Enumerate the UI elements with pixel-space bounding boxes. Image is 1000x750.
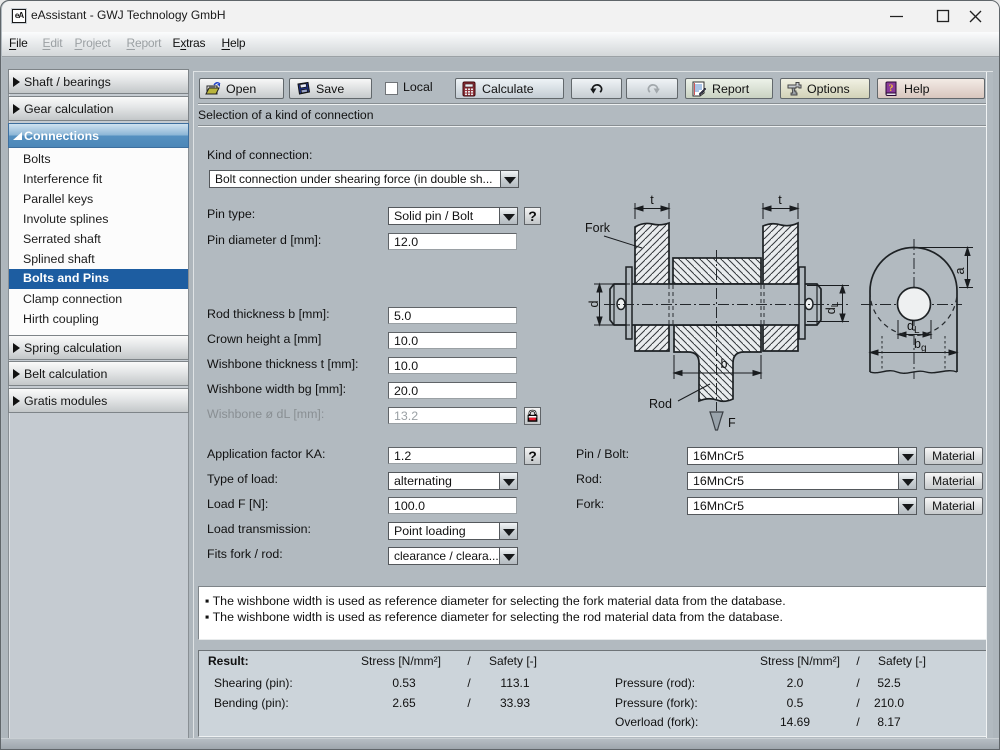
svg-text:Rod: Rod: [649, 397, 672, 411]
svg-text:dL: dL: [907, 319, 920, 336]
svg-text:t: t: [650, 193, 654, 207]
svg-text:?: ?: [889, 84, 894, 94]
svg-text:t: t: [778, 193, 782, 207]
svg-text:d: d: [587, 300, 601, 307]
svg-text:F: F: [728, 416, 736, 430]
svg-text:a: a: [953, 267, 967, 274]
svg-text:dL: dL: [824, 301, 841, 314]
svg-text:Fork: Fork: [585, 221, 611, 235]
svg-text:b: b: [721, 357, 728, 371]
svg-text:bg: bg: [914, 337, 927, 354]
